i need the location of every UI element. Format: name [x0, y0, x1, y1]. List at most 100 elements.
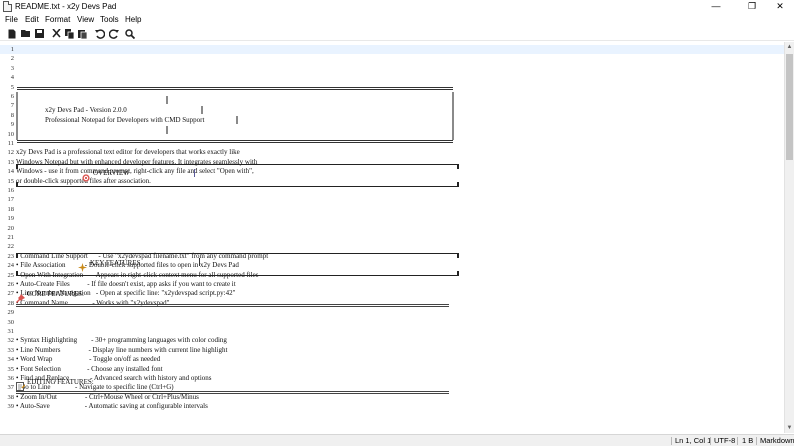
- overview-heading: OVERVIEW: [93, 169, 130, 177]
- new-file-icon[interactable]: [6, 28, 17, 39]
- editor-line[interactable]: 33 • Line Numbers - Display line numbers …: [0, 346, 784, 355]
- editor-line[interactable]: 30: [0, 318, 784, 327]
- menu-help[interactable]: Help: [125, 14, 141, 26]
- line-number: 21: [7, 234, 15, 241]
- line-number: 35: [7, 365, 15, 373]
- cut-icon[interactable]: [51, 28, 62, 39]
- line-number: 3: [10, 64, 14, 72]
- line-number: 26: [7, 281, 15, 288]
- line-number: 39: [7, 403, 15, 411]
- title-bar: README.txt - x2y Devs Pad — ❐ ✕: [0, 0, 794, 13]
- editor-line[interactable]: 35 • Font Selection - Choose any installe…: [0, 365, 784, 374]
- editor-line[interactable]: 39 • Auto-Save - Automatic saving at conf…: [0, 402, 784, 411]
- banner-divider: [236, 116, 238, 124]
- scroll-down-icon[interactable]: ▼: [785, 423, 794, 433]
- banner-subtitle: Professional Notepad for Developers with…: [45, 116, 205, 124]
- sparkle-icon: [78, 259, 87, 272]
- heading-divider: [194, 169, 195, 177]
- editor-line[interactable]: 19: [0, 214, 784, 223]
- line-number: 17: [7, 196, 15, 204]
- line-number: 9: [10, 121, 14, 129]
- menu-format[interactable]: Format: [45, 14, 70, 26]
- line-number: 23: [7, 252, 15, 260]
- close-button[interactable]: ✕: [766, 0, 794, 13]
- line-number: 37: [7, 384, 15, 392]
- line-number: 24: [7, 262, 15, 270]
- document-icon: [3, 1, 12, 12]
- editor-line[interactable]: 27 • Line Number Navigation - Open at spe…: [0, 289, 784, 298]
- language-mode[interactable]: Markdown: [760, 435, 794, 446]
- line-number: 8: [10, 111, 14, 119]
- vertical-scrollbar[interactable]: ▲ ▼: [784, 42, 794, 433]
- scroll-thumb[interactable]: [786, 54, 793, 160]
- separator-line: [16, 391, 449, 394]
- redo-icon[interactable]: [108, 28, 119, 39]
- menu-edit[interactable]: Edit: [25, 14, 39, 26]
- editor-line[interactable]: 2: [0, 54, 784, 63]
- line-number: 28: [7, 299, 15, 307]
- editor-line[interactable]: 16: [0, 186, 784, 195]
- search-icon[interactable]: [124, 28, 135, 39]
- editor-line[interactable]: 22: [0, 242, 784, 251]
- line-number: 18: [7, 205, 15, 213]
- menu-tools[interactable]: Tools: [100, 14, 119, 26]
- menu-view[interactable]: View: [77, 14, 94, 26]
- separator-line: [16, 304, 449, 307]
- target-icon: [82, 169, 90, 182]
- editor-line[interactable]: 3: [0, 64, 784, 73]
- editor-line[interactable]: 26 • Auto-Create Files - If file doesn't …: [0, 280, 784, 289]
- line-number: 38: [7, 393, 15, 401]
- banner-divider: [201, 106, 203, 114]
- text-editor[interactable]: 1 2 3 4 5 6 7 8 9 10 11 12 x2y Devs Pad is a profess…: [0, 42, 784, 433]
- line-number: 2: [10, 55, 14, 63]
- menu-file[interactable]: File: [5, 14, 18, 26]
- banner-box: [16, 87, 454, 143]
- banner-title: x2y Devs Pad - Version 2.0.0: [45, 106, 127, 114]
- copy-icon[interactable]: [64, 28, 75, 39]
- line-number: 27: [7, 290, 15, 298]
- editor-line[interactable]: 29: [0, 308, 784, 317]
- line-number: 22: [7, 243, 15, 251]
- editor-line[interactable]: 4: [0, 73, 784, 82]
- editor-line[interactable]: 36 • Find and Replace - Advanced search w…: [0, 374, 784, 383]
- key-features-heading: KEY FEATURES: [90, 259, 141, 267]
- editor-line[interactable]: 34 • Word Wrap - Toggle on/off as needed: [0, 355, 784, 364]
- paste-icon[interactable]: [77, 28, 88, 39]
- scroll-up-icon[interactable]: ▲: [785, 42, 794, 52]
- line-number: 6: [10, 93, 14, 100]
- core-features-heading: CORE FEATURES:: [27, 290, 84, 298]
- save-icon[interactable]: [34, 28, 45, 39]
- line-number: 30: [7, 318, 15, 326]
- undo-icon[interactable]: [94, 28, 105, 39]
- line-number: 13: [7, 158, 15, 166]
- line-number: 34: [7, 356, 15, 364]
- menu-bar: File Edit Format View Tools Help: [0, 14, 794, 26]
- editor-line[interactable]: 20: [0, 224, 784, 233]
- editor-line[interactable]: 38 • Zoom In/Out - Ctrl+Mouse Wheel or Ct…: [0, 393, 784, 402]
- line-number: 16: [7, 187, 15, 194]
- maximize-button[interactable]: ❐: [738, 0, 766, 13]
- line-number: 14: [7, 168, 15, 176]
- editor-line[interactable]: 21: [0, 233, 784, 242]
- editor-line[interactable]: 32 • Syntax Highlighting - 30+ programmin…: [0, 336, 784, 345]
- line-number: 1: [10, 46, 14, 53]
- line-number: 36: [7, 375, 15, 382]
- pin-icon: [16, 290, 25, 303]
- window-title: README.txt - x2y Devs Pad: [15, 2, 117, 11]
- memo-icon: [16, 378, 26, 391]
- line-text: • Auto-Create Files - If file doesn't ex…: [16, 280, 236, 288]
- editor-line[interactable]: 17: [0, 195, 784, 204]
- editor-line[interactable]: 12 x2y Devs Pad is a professional text ed…: [0, 148, 784, 157]
- toolbar: [0, 27, 794, 41]
- editor-line[interactable]: 1: [0, 45, 784, 54]
- line-number: 31: [7, 328, 15, 335]
- line-number: 7: [10, 102, 14, 110]
- editor-line[interactable]: 31: [0, 327, 784, 336]
- editor-line[interactable]: 18: [0, 205, 784, 214]
- minimize-button[interactable]: —: [702, 0, 730, 13]
- encoding-indicator[interactable]: UTF-8: [714, 435, 735, 446]
- open-folder-icon[interactable]: [20, 28, 31, 39]
- line-text: x2y Devs Pad is a professional text edit…: [16, 148, 240, 157]
- heading-divider: [199, 258, 200, 266]
- line-number: 15: [7, 177, 15, 185]
